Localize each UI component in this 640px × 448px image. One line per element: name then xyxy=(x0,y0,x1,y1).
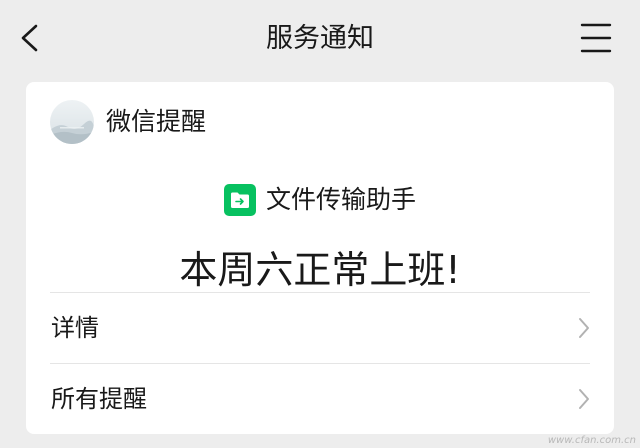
chevron-right-icon xyxy=(579,318,589,338)
sender-header: 微信提醒 xyxy=(50,100,206,144)
folder-transfer-icon xyxy=(223,184,256,216)
all-reminders-label: 所有提醒 xyxy=(51,385,147,413)
watermark: www.cfan.com.cn xyxy=(547,435,636,446)
all-reminders-row[interactable]: 所有提醒 xyxy=(26,364,614,434)
landscape-avatar xyxy=(50,100,94,144)
menu-button[interactable] xyxy=(578,20,614,56)
app-source: 文件传输助手 xyxy=(26,182,614,218)
chevron-right-icon xyxy=(579,389,589,409)
page-title: 服务通知 xyxy=(266,23,374,54)
navigation-bar: 服务通知 xyxy=(0,0,640,78)
notification-message: 本周六正常上班! xyxy=(179,248,461,292)
hamburger-menu-icon xyxy=(580,23,612,53)
notification-card[interactable]: 微信提醒 文件传输助手 本周六正常上班! 详情 所有提醒 xyxy=(26,82,614,434)
sender-name: 微信提醒 xyxy=(106,107,207,136)
details-label: 详情 xyxy=(51,314,99,342)
details-row[interactable]: 详情 xyxy=(26,293,614,363)
app-name: 文件传输助手 xyxy=(265,185,416,214)
